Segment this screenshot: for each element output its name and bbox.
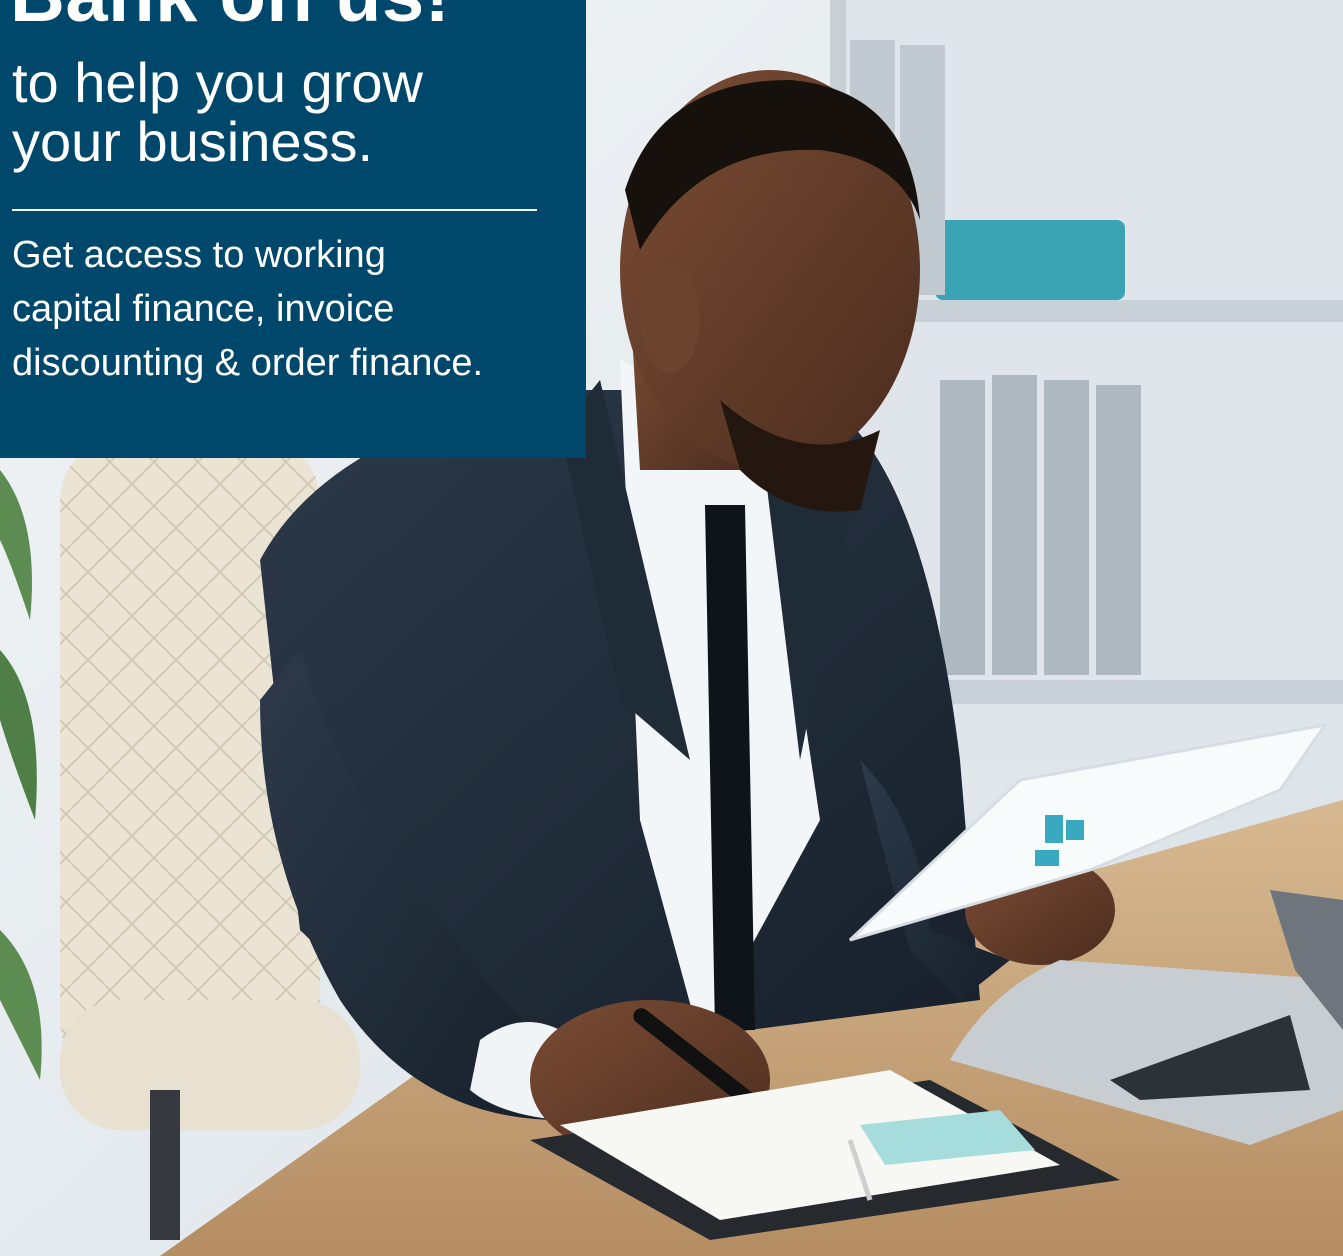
promo-panel: Bank on us! to help you grow your busine…	[0, 0, 586, 458]
body-line-3: discounting & order finance.	[12, 342, 484, 384]
body-line-2: capital finance, invoice	[12, 288, 395, 330]
body-copy: Get access to working capital finance, i…	[12, 228, 572, 390]
body-line-1: Get access to working	[12, 234, 386, 276]
divider	[12, 209, 537, 211]
subheadline: to help you grow your business.	[12, 51, 572, 173]
subheadline-line-1: to help you grow	[12, 51, 423, 114]
subheadline-line-2: your business.	[12, 109, 374, 173]
headline: Bank on us!	[10, 0, 450, 34]
